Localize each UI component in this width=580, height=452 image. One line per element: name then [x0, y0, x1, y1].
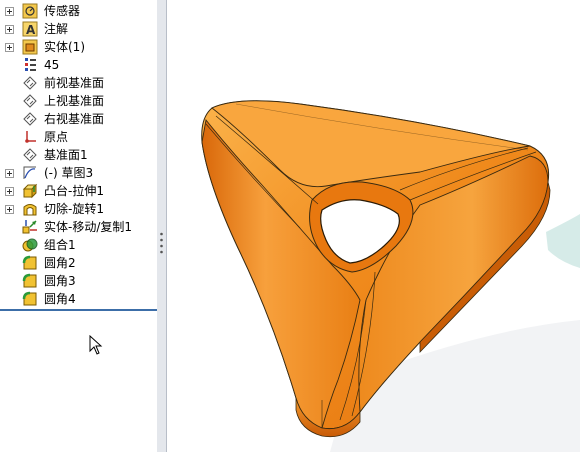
- tree-item-label: 圆角3: [44, 274, 76, 288]
- tree-item-cut-revolve1[interactable]: 切除-旋转1: [0, 200, 157, 218]
- tree-item-plane1[interactable]: 基准面1: [0, 146, 157, 164]
- annotation-icon: A: [22, 21, 38, 37]
- mouse-cursor-icon: [89, 334, 103, 359]
- tree-item-top-plane[interactable]: 上视基准面: [0, 92, 157, 110]
- svg-text:A: A: [26, 23, 36, 37]
- fillet-icon: [22, 291, 38, 307]
- graphics-viewport[interactable]: [167, 0, 580, 452]
- tree-item-label: 传感器: [44, 4, 81, 18]
- plane-icon: [22, 147, 38, 163]
- tree-item-boss-extrude1[interactable]: 凸台-拉伸1: [0, 182, 157, 200]
- expand-toggle[interactable]: [5, 205, 14, 214]
- tree-item-label: 圆角2: [44, 256, 76, 270]
- tree-item-label: (-) 草图3: [44, 166, 94, 180]
- tree-item-label: 实体-移动/复制1: [44, 220, 133, 234]
- origin-icon: [22, 129, 38, 145]
- tree-item-solid-bodies[interactable]: 实体(1): [0, 38, 157, 56]
- feature-manager-tree[interactable]: 传感器 A 注解 实体(1) 45 前视基准面 上视基准面 右视基准面 原点 基…: [0, 0, 158, 452]
- tree-item-label: 原点: [44, 130, 69, 144]
- fillet-icon: [22, 255, 38, 271]
- panel-splitter[interactable]: [157, 0, 167, 452]
- solid-bodies-icon: [22, 39, 38, 55]
- background-shade: [546, 214, 580, 268]
- expand-toggle[interactable]: [5, 169, 14, 178]
- tree-item-sensors[interactable]: 传感器: [0, 2, 157, 20]
- rollback-bar[interactable]: [0, 309, 157, 311]
- tree-item-fillet3[interactable]: 圆角3: [0, 272, 157, 290]
- tree-item-fillet4[interactable]: 圆角4: [0, 290, 157, 308]
- tree-item-label: 基准面1: [44, 148, 88, 162]
- model-3d-view[interactable]: [167, 0, 580, 452]
- expand-toggle[interactable]: [5, 43, 14, 52]
- tree-item-label: 上视基准面: [44, 94, 105, 108]
- cut-revolve-icon: [22, 201, 38, 217]
- tree-item-material[interactable]: 45: [0, 56, 157, 74]
- fillet-icon: [22, 273, 38, 289]
- move-copy-body-icon: [22, 219, 38, 235]
- boss-extrude-icon: [22, 183, 38, 199]
- combine-icon: [22, 237, 38, 253]
- tree-item-move-copy-body1[interactable]: 实体-移动/复制1: [0, 218, 157, 236]
- tree-item-label: 右视基准面: [44, 112, 105, 126]
- splitter-grip-icon[interactable]: [159, 230, 164, 260]
- sensor-icon: [22, 3, 38, 19]
- sketch-icon: [22, 165, 38, 181]
- expand-toggle[interactable]: [5, 25, 14, 34]
- tree-item-label: 凸台-拉伸1: [44, 184, 104, 198]
- tree-item-label: 实体(1): [44, 40, 85, 54]
- tree-item-annotations[interactable]: A 注解: [0, 20, 157, 38]
- plane-icon: [22, 111, 38, 127]
- tree-item-origin[interactable]: 原点: [0, 128, 157, 146]
- tree-item-label: 组合1: [44, 238, 76, 252]
- tree-item-right-plane[interactable]: 右视基准面: [0, 110, 157, 128]
- tree-item-label: 注解: [44, 22, 69, 36]
- tree-item-sketch3[interactable]: (-) 草图3: [0, 164, 157, 182]
- tree-item-front-plane[interactable]: 前视基准面: [0, 74, 157, 92]
- tree-item-label: 45: [44, 58, 60, 72]
- tree-item-label: 前视基准面: [44, 76, 105, 90]
- tree-item-label: 圆角4: [44, 292, 76, 306]
- tree-item-combine1[interactable]: 组合1: [0, 236, 157, 254]
- expand-toggle[interactable]: [5, 7, 14, 16]
- tree-item-fillet2[interactable]: 圆角2: [0, 254, 157, 272]
- expand-toggle[interactable]: [5, 187, 14, 196]
- plane-icon: [22, 75, 38, 91]
- tree-item-label: 切除-旋转1: [44, 202, 104, 216]
- plane-icon: [22, 93, 38, 109]
- material-icon: [22, 57, 38, 73]
- solidworks-window: 传感器 A 注解 实体(1) 45 前视基准面 上视基准面 右视基准面 原点 基…: [0, 0, 580, 452]
